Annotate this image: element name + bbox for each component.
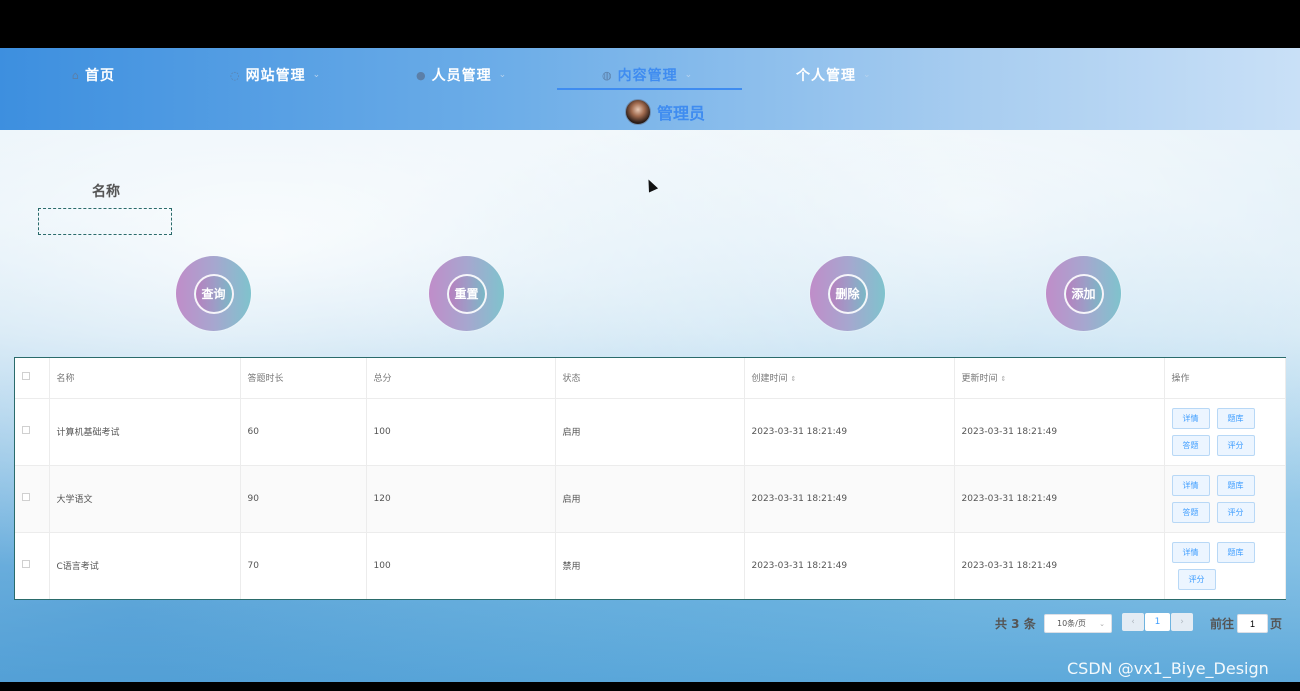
cell-status: 禁用 [555, 532, 745, 599]
column-header: 操作 [1164, 358, 1286, 399]
row-checkbox[interactable] [22, 493, 30, 501]
goto-suffix: 页 [1270, 617, 1283, 631]
column-header: 总分 [366, 358, 556, 399]
reset-button[interactable]: 重置 [429, 256, 504, 331]
query-button-label: 查询 [193, 273, 234, 314]
top-nav: ⌂ 首页 ◌ 网站管理 ⌄ ● 人员管理 ⌄ ◍ 内容管理 ⌄ 个人管理 ⌄ 管… [0, 48, 1300, 130]
prev-page-button[interactable]: ‹ [1122, 613, 1144, 631]
table-row: 计算机基础考试 60 100 启用 2023-03-31 18:21:49 20… [15, 398, 1286, 466]
question-bank-button[interactable]: 题库 [1216, 474, 1255, 496]
nav-item-home[interactable]: ⌂ 首页 [72, 60, 115, 90]
chevron-down-icon: ⌄ [863, 70, 872, 80]
nav-item-personal[interactable]: 个人管理 ⌄ [796, 60, 872, 90]
column-header: 状态 [555, 358, 745, 399]
cell-updated: 2023-03-31 18:21:49 [954, 532, 1165, 599]
mouse-cursor-icon [643, 177, 659, 193]
cell-created: 2023-03-31 18:21:49 [744, 465, 955, 533]
cell-duration: 70 [240, 532, 367, 599]
nav-active-indicator [557, 88, 742, 90]
cell-status: 启用 [555, 398, 745, 466]
nav-item-label: 个人管理 [796, 68, 856, 84]
page: ⌂ 首页 ◌ 网站管理 ⌄ ● 人员管理 ⌄ ◍ 内容管理 ⌄ 个人管理 ⌄ 管… [0, 48, 1300, 682]
table-row: C语言考试 70 100 禁用 2023-03-31 18:21:49 2023… [15, 532, 1286, 599]
chevron-down-icon: ⌄ [1099, 619, 1105, 628]
grade-button[interactable]: 评分 [1216, 434, 1255, 456]
grade-button[interactable]: 评分 [1216, 501, 1255, 523]
row-checkbox[interactable] [22, 426, 30, 434]
nav-item-label: 首页 [84, 68, 115, 84]
goto-label: 前往 [1210, 617, 1235, 631]
chevron-down-icon: ⌄ [498, 70, 508, 80]
grade-button[interactable]: 评分 [1177, 568, 1216, 590]
question-bank-button[interactable]: 题库 [1216, 541, 1255, 563]
cell-name: C语言考试 [49, 532, 241, 599]
question-bank-button[interactable]: 题库 [1216, 407, 1255, 429]
globe-icon: ◌ [230, 68, 241, 82]
top-black-bar [0, 0, 1300, 48]
page-number-current[interactable]: 1 [1145, 613, 1170, 631]
cell-status: 启用 [555, 465, 745, 533]
table-header-row: 名称 答题时长 总分 状态 创建时间 ⇕ 更新时间 ⇕ 操作 [15, 358, 1286, 399]
user-name: 管理员 [657, 104, 706, 123]
chevron-right-icon: › [1180, 617, 1184, 627]
delete-button-label: 删除 [827, 273, 868, 314]
home-icon: ⌂ [72, 68, 80, 82]
page-size-value: 10条/页 [1057, 619, 1086, 628]
chevron-left-icon: ‹ [1131, 617, 1135, 627]
column-header: 名称 [49, 358, 241, 399]
nav-item-label: 人员管理 [431, 68, 492, 84]
query-button[interactable]: 查询 [176, 256, 251, 331]
nav-item-website[interactable]: ◌ 网站管理 ⌄ [230, 60, 321, 90]
add-button-label: 添加 [1063, 273, 1104, 314]
cell-updated: 2023-03-31 18:21:49 [954, 465, 1165, 533]
avatar [625, 99, 651, 125]
pagination-total: 共 3 条 [995, 616, 1036, 631]
name-search-input[interactable] [38, 208, 172, 235]
cell-created: 2023-03-31 18:21:49 [744, 532, 955, 599]
goto-page-input[interactable] [1237, 614, 1268, 633]
bottom-black-bar [0, 682, 1300, 691]
watermark: CSDN @vx1_Biye_Design [1067, 659, 1269, 678]
chat-icon: ◍ [602, 68, 613, 82]
detail-button[interactable]: 详情 [1171, 407, 1210, 429]
reset-button-label: 重置 [446, 273, 487, 314]
add-button[interactable]: 添加 [1046, 256, 1121, 331]
search-label: 名称 [92, 184, 120, 200]
column-header-sortable[interactable]: 更新时间 ⇕ [954, 358, 1165, 399]
page-size-select[interactable]: 10条/页 ⌄ [1044, 614, 1112, 633]
data-table: 名称 答题时长 总分 状态 创建时间 ⇕ 更新时间 ⇕ 操作 计算机基础考试 60 … [14, 357, 1286, 600]
user-icon: ● [416, 68, 427, 82]
cell-updated: 2023-03-31 18:21:49 [954, 398, 1165, 466]
column-header-label: 更新时间 [961, 374, 998, 385]
nav-item-content[interactable]: ◍ 内容管理 ⌄ [602, 60, 693, 90]
cell-duration: 90 [240, 465, 367, 533]
row-checkbox[interactable] [22, 560, 30, 569]
cell-total: 120 [366, 465, 556, 533]
cell-created: 2023-03-31 18:21:49 [744, 398, 955, 466]
nav-item-label: 网站管理 [245, 68, 306, 84]
cell-total: 100 [366, 398, 556, 466]
cell-name: 大学语文 [49, 465, 241, 533]
chevron-down-icon: ⌄ [684, 70, 694, 80]
cell-total: 100 [366, 532, 556, 599]
answer-button[interactable]: 答题 [1171, 501, 1210, 523]
column-header-sortable[interactable]: 创建时间 ⇕ [744, 358, 955, 399]
sort-icon[interactable]: ⇕ [1001, 375, 1007, 383]
sort-icon[interactable]: ⇕ [791, 375, 797, 383]
user-menu[interactable]: 管理员 [625, 99, 705, 125]
cell-name: 计算机基础考试 [49, 398, 241, 466]
column-header: 答题时长 [240, 358, 367, 399]
cell-duration: 60 [240, 398, 367, 466]
chevron-down-icon: ⌄ [312, 70, 322, 80]
select-all-checkbox[interactable] [22, 372, 30, 381]
next-page-button[interactable]: › [1171, 613, 1193, 631]
delete-button[interactable]: 删除 [810, 256, 885, 331]
column-header-label: 创建时间 [751, 374, 788, 385]
table-row: 大学语文 90 120 启用 2023-03-31 18:21:49 2023-… [15, 465, 1286, 533]
answer-button[interactable]: 答题 [1171, 434, 1210, 456]
nav-item-personnel[interactable]: ● 人员管理 ⌄ [416, 60, 507, 90]
detail-button[interactable]: 详情 [1171, 474, 1210, 496]
detail-button[interactable]: 详情 [1171, 541, 1210, 563]
nav-item-label: 内容管理 [617, 68, 678, 84]
